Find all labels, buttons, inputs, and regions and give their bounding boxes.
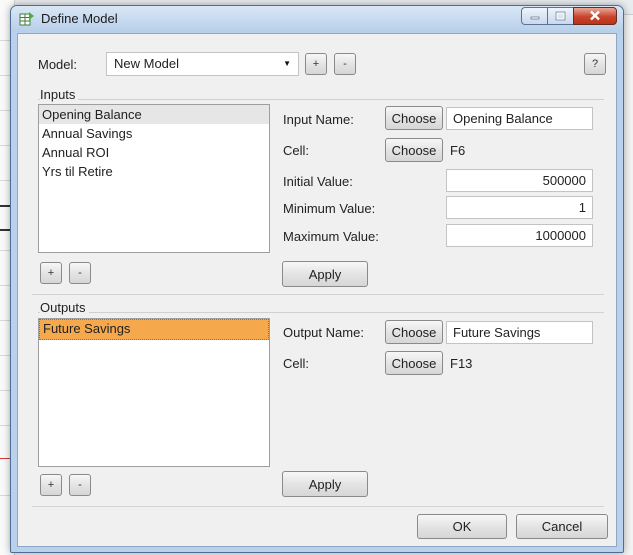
- close-icon: [589, 9, 601, 24]
- list-item[interactable]: Yrs til Retire: [39, 162, 269, 181]
- define-model-dialog: Define Model Model: New Model ▼ + - ? In…: [10, 5, 624, 553]
- window-title: Define Model: [41, 11, 118, 26]
- minimize-button[interactable]: [521, 7, 547, 25]
- chevron-down-icon: ▼: [283, 59, 291, 68]
- inputs-list[interactable]: Opening Balance Annual Savings Annual RO…: [38, 104, 270, 253]
- help-button[interactable]: ?: [584, 53, 606, 75]
- minimize-icon: [530, 9, 540, 24]
- ok-button[interactable]: OK: [417, 514, 507, 539]
- input-cell-value: F6: [450, 143, 466, 158]
- apply-input-button[interactable]: Apply: [282, 261, 368, 287]
- choose-output-cell-button[interactable]: Choose: [385, 351, 443, 375]
- maximize-button[interactable]: [547, 7, 573, 25]
- output-cell-value: F13: [450, 356, 473, 371]
- choose-input-cell-button[interactable]: Choose: [385, 138, 443, 162]
- initial-value-label: Initial Value:: [283, 174, 353, 189]
- table-icon: [19, 11, 35, 27]
- maximum-value-label: Maximum Value:: [283, 229, 379, 244]
- outputs-group-label: Outputs: [40, 300, 89, 315]
- outputs-list[interactable]: Future Savings: [38, 318, 270, 467]
- footer-divider: [32, 506, 604, 507]
- output-cell-label: Cell:: [283, 356, 310, 371]
- maximum-value-field[interactable]: 1000000: [446, 224, 593, 247]
- remove-output-button[interactable]: -: [69, 474, 91, 496]
- output-name-field[interactable]: Future Savings: [446, 321, 593, 344]
- apply-output-button[interactable]: Apply: [282, 471, 368, 497]
- choose-input-name-button[interactable]: Choose: [385, 106, 443, 130]
- caption-buttons: [521, 7, 617, 26]
- add-model-button[interactable]: +: [305, 53, 327, 75]
- add-input-button[interactable]: +: [40, 262, 62, 284]
- model-label: Model:: [38, 57, 78, 72]
- title-bar[interactable]: Define Model: [11, 6, 623, 32]
- list-item[interactable]: Annual Savings: [39, 124, 269, 143]
- model-selected-value: New Model: [114, 56, 180, 71]
- maximize-icon: [555, 9, 566, 24]
- choose-output-name-button[interactable]: Choose: [385, 320, 443, 344]
- list-item[interactable]: Annual ROI: [39, 143, 269, 162]
- add-output-button[interactable]: +: [40, 474, 62, 496]
- minimum-value-label: Minimum Value:: [283, 201, 376, 216]
- output-name-label: Output Name:: [283, 325, 364, 340]
- minimum-value-field[interactable]: 1: [446, 196, 593, 219]
- section-divider: [32, 294, 604, 295]
- remove-model-button[interactable]: -: [334, 53, 356, 75]
- input-name-label: Input Name:: [283, 112, 354, 127]
- close-button[interactable]: [573, 7, 617, 25]
- initial-value-field[interactable]: 500000: [446, 169, 593, 192]
- inputs-group-line: [38, 99, 604, 100]
- model-dropdown[interactable]: New Model ▼: [106, 52, 299, 76]
- input-cell-label: Cell:: [283, 143, 310, 158]
- dialog-body: Model: New Model ▼ + - ? Inputs Opening …: [17, 33, 617, 547]
- list-item[interactable]: Opening Balance: [39, 105, 269, 124]
- list-item[interactable]: Future Savings: [39, 319, 269, 340]
- remove-input-button[interactable]: -: [69, 262, 91, 284]
- inputs-group-label: Inputs: [40, 87, 79, 102]
- outputs-group-line: [38, 312, 604, 313]
- input-name-field[interactable]: Opening Balance: [446, 107, 593, 130]
- cancel-button[interactable]: Cancel: [516, 514, 608, 539]
